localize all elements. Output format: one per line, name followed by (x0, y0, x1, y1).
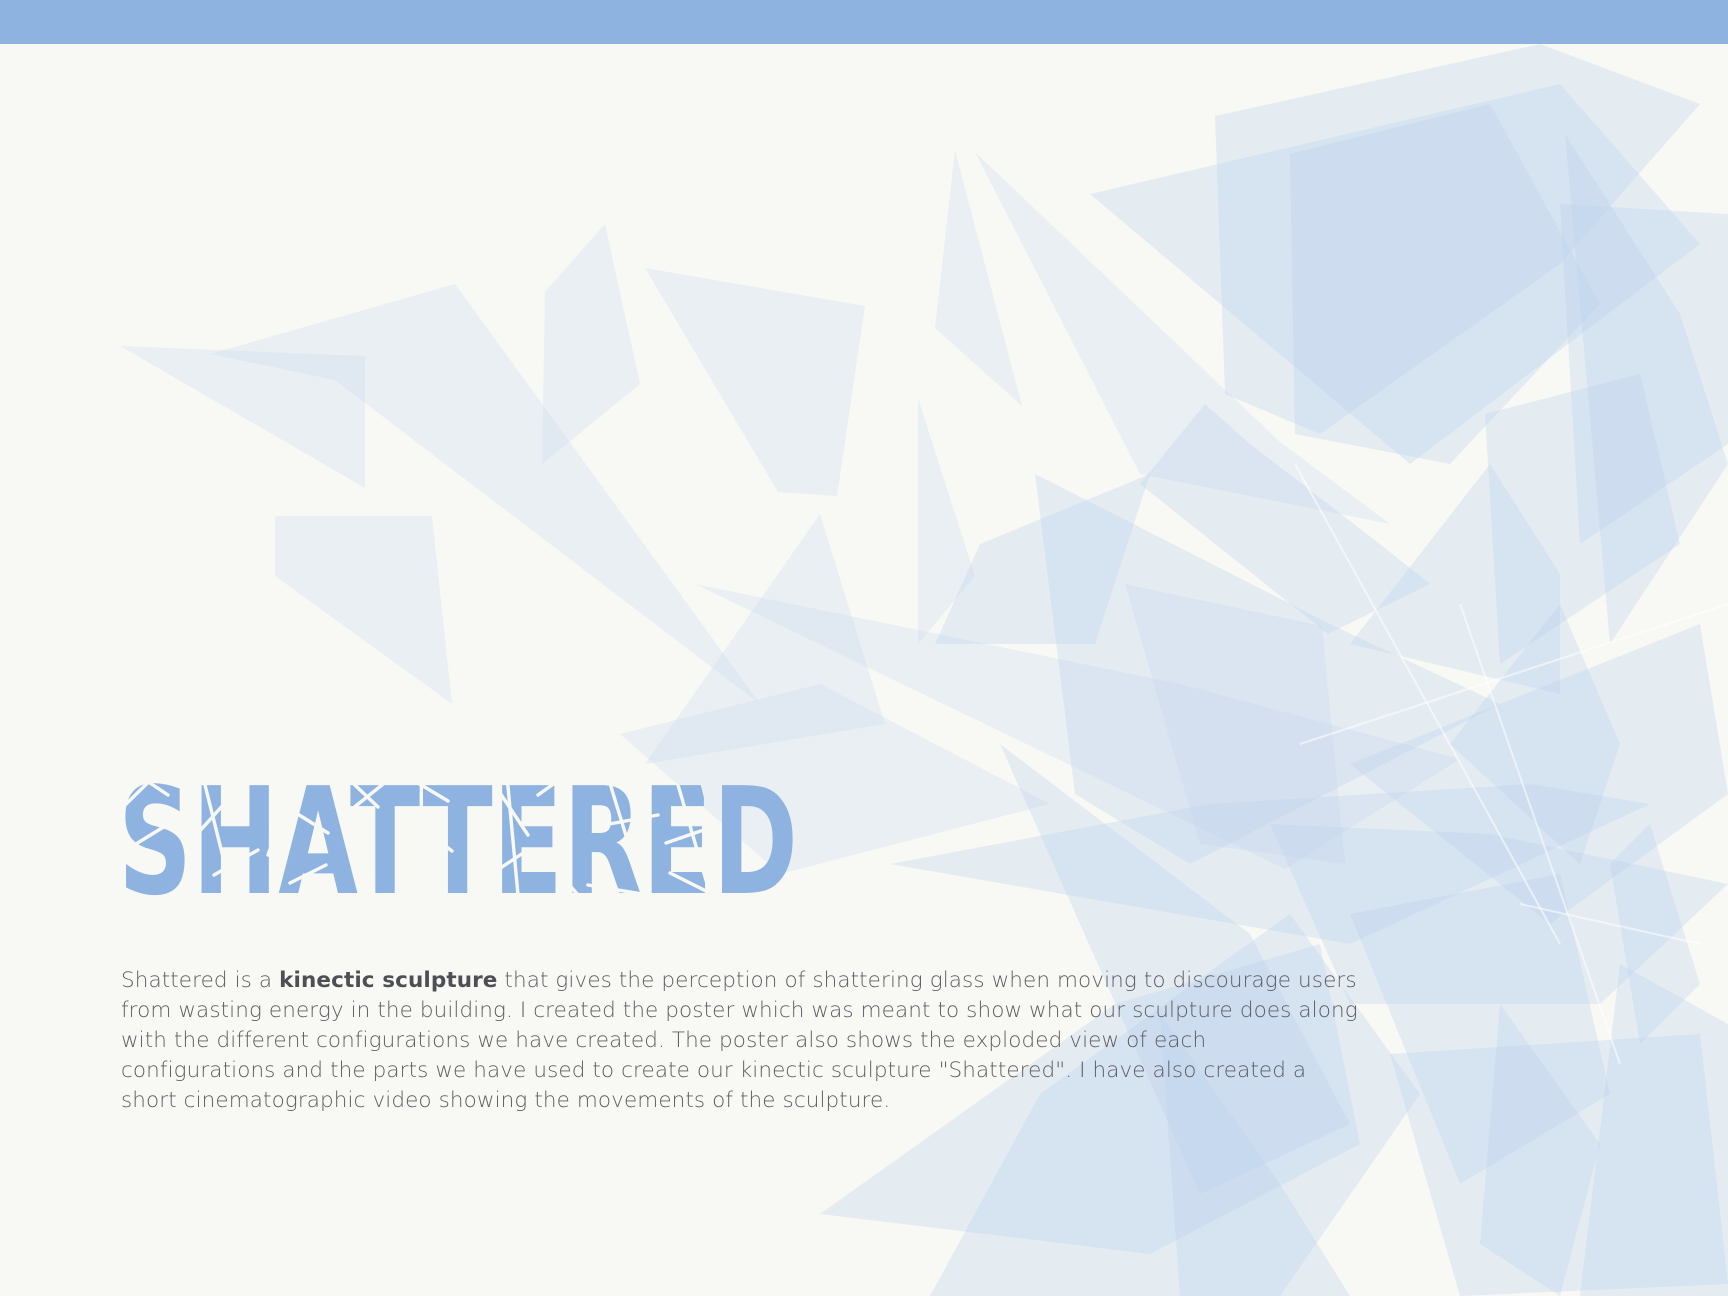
poster-page: SHATTERED Shattered is a kinectic sculpt… (0, 0, 1728, 1296)
shattered-title: SHATTERED (118, 756, 798, 905)
description-highlight: kinectic sculpture (279, 967, 498, 993)
description-paragraph: Shattered is a kinectic sculpture that g… (121, 966, 1361, 1116)
title-block: SHATTERED (118, 755, 818, 905)
top-accent-bar (0, 0, 1728, 44)
title-text: SHATTERED (118, 756, 798, 905)
description-intro: Shattered is a (121, 967, 280, 993)
